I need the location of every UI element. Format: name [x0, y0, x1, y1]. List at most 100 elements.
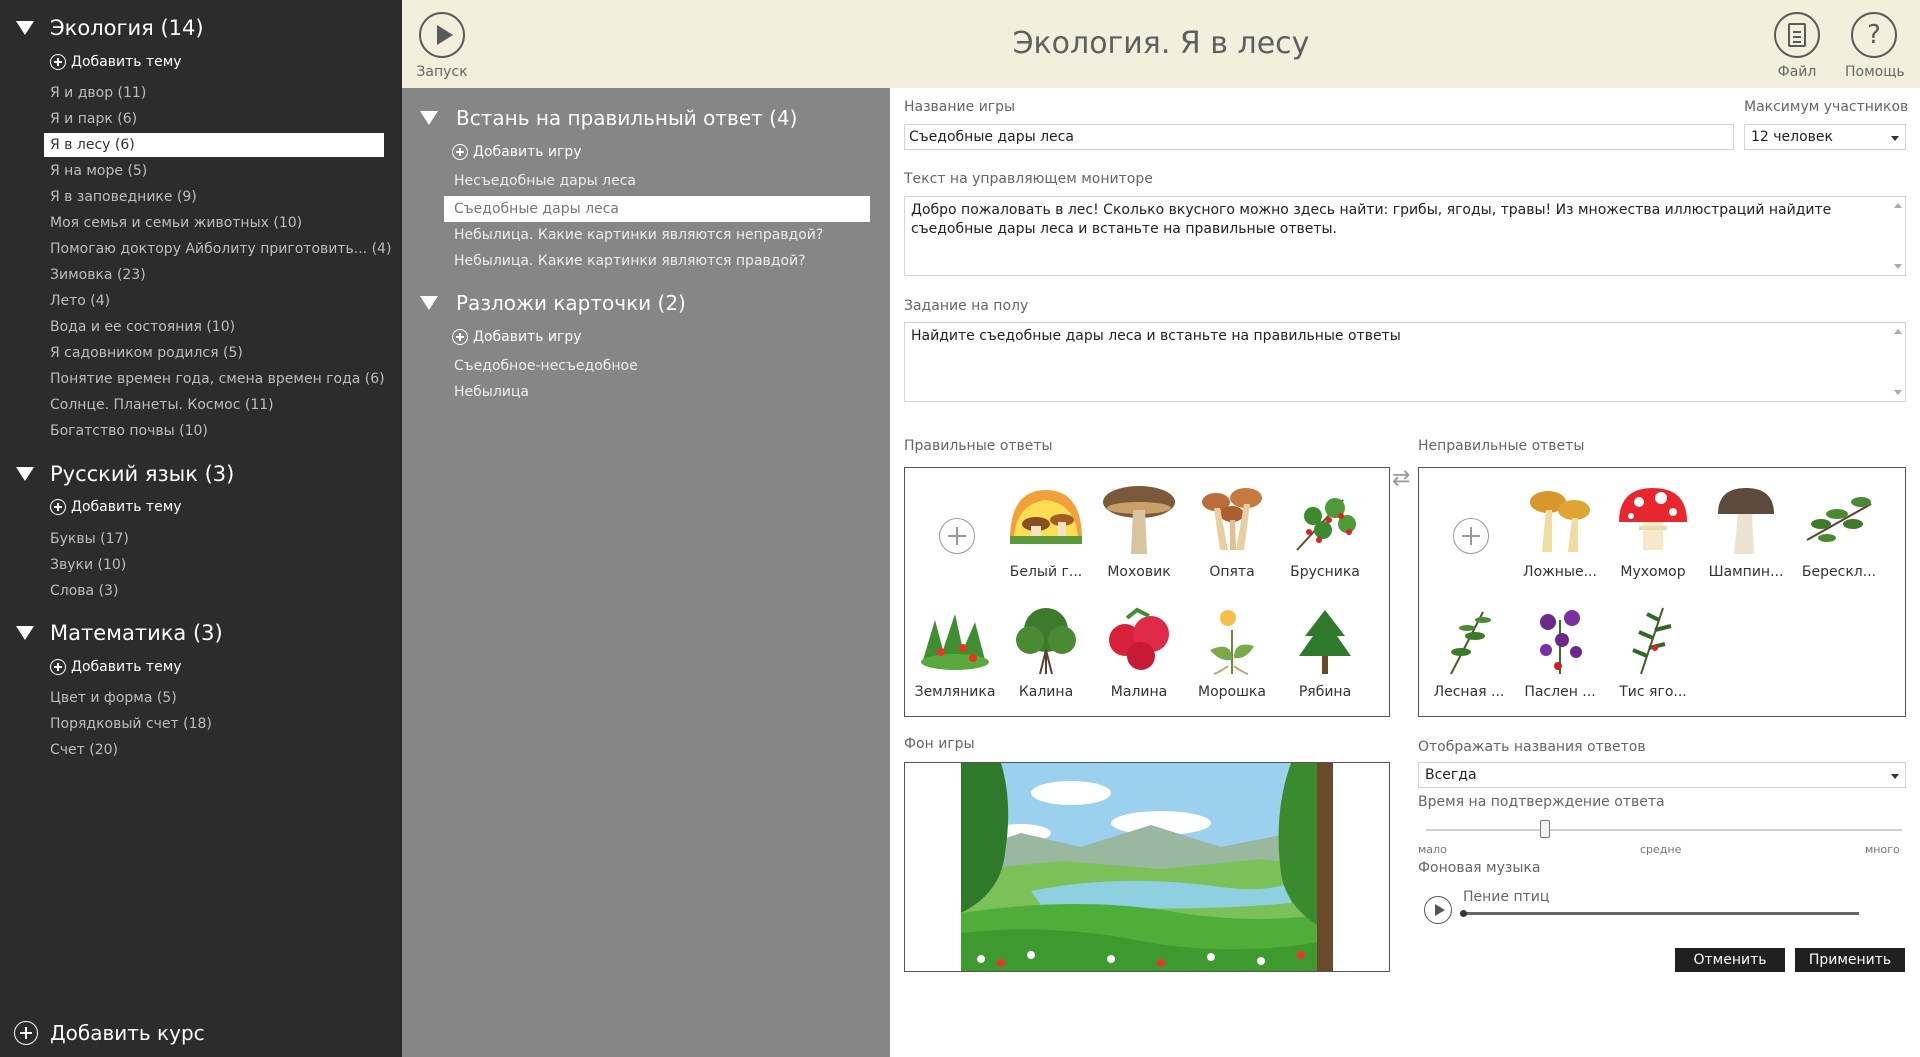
game-group-title: Разложи карточки (2): [456, 291, 686, 315]
scrollbar[interactable]: [1891, 197, 1905, 275]
answer-card[interactable]: Ложные...: [1514, 480, 1606, 580]
top-bar: Запуск Экология. Я в лесу Файл ? Помощь: [402, 0, 1920, 88]
max-participants-select[interactable]: 12 человек: [1744, 124, 1906, 150]
music-progress-handle[interactable]: [1460, 910, 1467, 917]
swap-arrows-icon[interactable]: ⇄: [1392, 466, 1410, 491]
correct-answers-label: Правильные ответы: [904, 438, 1053, 454]
expand-triangle-icon[interactable]: [16, 21, 34, 35]
scroll-down-icon[interactable]: [1894, 390, 1902, 395]
expand-triangle-icon[interactable]: [420, 296, 438, 310]
game-item-selected[interactable]: Съедобные дары леса: [444, 196, 870, 222]
add-topic-button[interactable]: Добавить тему: [50, 51, 182, 73]
topic-item[interactable]: Цвет и форма (5): [44, 686, 384, 710]
expand-triangle-icon[interactable]: [420, 111, 438, 125]
add-answer-button[interactable]: [939, 518, 975, 554]
topic-item[interactable]: Я на море (5): [44, 159, 384, 183]
answer-card[interactable]: Паслен ...: [1514, 600, 1606, 700]
answer-card[interactable]: Калина: [1000, 600, 1092, 700]
course-math[interactable]: Математика (3): [16, 618, 223, 648]
game-item[interactable]: Съедобное-несъедобное: [444, 353, 870, 379]
game-item[interactable]: Небылица. Какие картинки являются правдо…: [444, 248, 870, 274]
game-item[interactable]: Несъедобные дары леса: [444, 168, 870, 194]
answer-card[interactable]: Земляника: [909, 600, 1001, 700]
scrollbar[interactable]: [1891, 323, 1905, 401]
monitor-text-area[interactable]: Добро пожаловать в лес! Сколько вкусного…: [904, 196, 1906, 276]
answer-caption: Паслен ...: [1524, 684, 1596, 700]
answer-card[interactable]: Брусника: [1279, 480, 1371, 580]
expand-triangle-icon[interactable]: [16, 626, 34, 640]
answer-card[interactable]: Опята: [1186, 480, 1278, 580]
confirm-time-slider[interactable]: [1426, 829, 1902, 831]
answer-card[interactable]: Рябина: [1279, 600, 1371, 700]
topic-item[interactable]: Слова (3): [44, 579, 384, 603]
show-names-select[interactable]: Всегда: [1418, 762, 1906, 788]
background-preview[interactable]: [904, 762, 1390, 972]
expand-triangle-icon[interactable]: [16, 467, 34, 481]
add-game-button[interactable]: Добавить игру: [452, 326, 582, 348]
topic-item[interactable]: Я и двор (11): [44, 81, 384, 105]
add-topic-button[interactable]: Добавить тему: [50, 656, 182, 678]
course-ecology[interactable]: Экология (14): [16, 13, 204, 43]
topic-item[interactable]: Я и парк (6): [44, 107, 384, 131]
game-name-input[interactable]: Съедобные дары леса: [904, 124, 1734, 150]
topic-item[interactable]: Звуки (10): [44, 553, 384, 577]
plus-circle-icon: [452, 329, 468, 345]
game-item[interactable]: Небылица: [444, 379, 870, 405]
topic-item[interactable]: Понятие времен года, смена времен года (…: [44, 367, 385, 391]
answer-card[interactable]: Малина: [1093, 600, 1185, 700]
nightshade-icon: [1540, 610, 1582, 674]
chevron-down-icon: [1891, 136, 1899, 141]
answer-card[interactable]: Моховик: [1093, 480, 1185, 580]
answer-card[interactable]: Берескл...: [1793, 480, 1885, 580]
topic-item[interactable]: Порядковый счет (18): [44, 712, 384, 736]
monitor-text-value: Добро пожаловать в лес! Сколько вкусного…: [911, 202, 1832, 237]
floor-task-label: Задание на полу: [904, 298, 1029, 314]
berry-branch-icon: [1296, 498, 1356, 551]
topic-item[interactable]: Помогаю доктору Айболиту приготовить... …: [44, 237, 391, 261]
topic-item[interactable]: Зимовка (23): [44, 263, 384, 287]
music-progress-bar[interactable]: [1463, 912, 1859, 915]
topic-item[interactable]: Вода и ее состояния (10): [44, 315, 384, 339]
add-answer-button[interactable]: [1453, 518, 1489, 554]
page-title: Экология. Я в лесу: [1012, 26, 1310, 61]
add-topic-label: Добавить тему: [71, 659, 182, 675]
topic-item[interactable]: Моя семья и семьи животных (10): [44, 211, 384, 235]
scroll-up-icon[interactable]: [1894, 203, 1902, 208]
answer-caption: Берескл...: [1801, 564, 1877, 580]
floor-task-area[interactable]: Найдите съедобные дары леса и встаньте н…: [904, 322, 1906, 402]
add-topic-button[interactable]: Добавить тему: [50, 496, 182, 518]
game-group-stand-on-answer[interactable]: Встань на правильный ответ (4): [420, 104, 797, 132]
answer-card[interactable]: Шампин...: [1700, 480, 1792, 580]
scroll-up-icon[interactable]: [1894, 329, 1902, 334]
answer-card[interactable]: Мухомор: [1607, 480, 1699, 580]
topic-item[interactable]: Я в заповеднике (9): [44, 185, 384, 209]
game-item[interactable]: Небылица. Какие картинки являются неправ…: [444, 222, 870, 248]
answer-card[interactable]: Тис яго...: [1607, 600, 1699, 700]
scroll-down-icon[interactable]: [1894, 264, 1902, 269]
music-play-button[interactable]: [1424, 896, 1452, 924]
course-russian[interactable]: Русский язык (3): [16, 459, 234, 489]
answer-card[interactable]: Лесная ...: [1423, 600, 1515, 700]
topic-item[interactable]: Богатство почвы (10): [44, 419, 384, 443]
slider-thumb[interactable]: [1540, 820, 1550, 838]
topic-item[interactable]: Лето (4): [44, 289, 384, 313]
incorrect-answers-box: Ложные... Мухомор Шампин... Берескл... Л…: [1418, 467, 1906, 717]
add-game-button[interactable]: Добавить игру: [452, 141, 582, 163]
topic-item[interactable]: Буквы (17): [44, 527, 384, 551]
apply-button[interactable]: Применить: [1795, 948, 1905, 972]
file-label: Файл: [1777, 64, 1817, 80]
answer-card[interactable]: Морошка: [1186, 600, 1278, 700]
answer-card[interactable]: Белый г...: [1000, 480, 1092, 580]
add-course-button[interactable]: Добавить курс: [14, 1018, 205, 1048]
help-button[interactable]: ? Помощь: [1845, 12, 1905, 80]
game-group-sort-cards[interactable]: Разложи карточки (2): [420, 289, 686, 317]
file-button[interactable]: Файл: [1768, 12, 1826, 80]
fly-agaric-icon: [1619, 488, 1687, 550]
slider-max-label: много: [1865, 843, 1900, 856]
cancel-button[interactable]: Отменить: [1675, 948, 1785, 972]
topic-item[interactable]: Счет (20): [44, 738, 384, 762]
file-icon: [1788, 23, 1806, 47]
topic-item[interactable]: Я садовником родился (5): [44, 341, 384, 365]
topic-item[interactable]: Солнце. Планеты. Космос (11): [44, 393, 384, 417]
topic-item-selected[interactable]: Я в лесу (6): [44, 133, 384, 157]
